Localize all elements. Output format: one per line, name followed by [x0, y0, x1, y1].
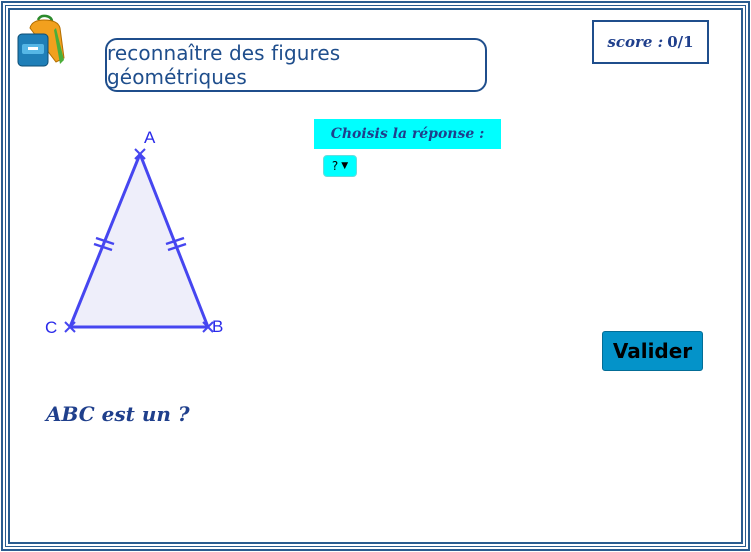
answer-prompt: Choisis la réponse :	[314, 119, 501, 149]
vertex-b-label: B	[212, 317, 223, 336]
triangle-fill	[68, 152, 210, 329]
question-text: ABC est un ?	[46, 402, 190, 426]
vertex-a-label: A	[144, 128, 156, 147]
vertex-c-label: C	[45, 318, 57, 337]
answer-dropdown[interactable]: ? ▼	[323, 155, 357, 177]
triangle-figure: A B C	[45, 128, 223, 337]
validate-button[interactable]: Valider	[602, 331, 703, 371]
caret-down-icon: ▼	[341, 161, 349, 171]
dropdown-value: ?	[331, 159, 339, 173]
